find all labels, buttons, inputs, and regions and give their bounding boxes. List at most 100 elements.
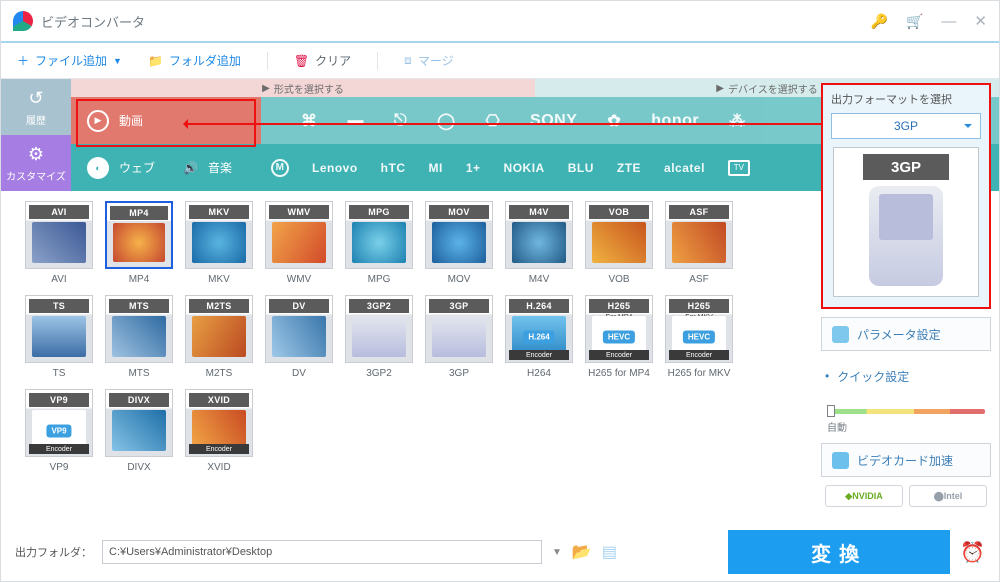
format-mpg[interactable]: MPGMPG [339, 201, 419, 285]
format-label: VP9 [50, 462, 69, 473]
format-h264[interactable]: H.264H.264EncoderH264 [499, 295, 579, 379]
web-mode-label: ウェブ [119, 159, 155, 176]
video-mode-button[interactable]: ▶ 動画 [71, 97, 261, 144]
brand-lenovo[interactable]: Lenovo [312, 161, 358, 175]
browse-folder-icon[interactable]: 📂 [572, 542, 592, 562]
chevron-down-icon: ▼ [113, 56, 122, 66]
history-tab[interactable]: ↺ 履歴 [1, 79, 71, 135]
brand-1+[interactable]: 1+ [466, 161, 481, 175]
brand-zte[interactable]: ZTE [617, 161, 641, 175]
history-icon: ↺ [28, 88, 43, 109]
folder-icon: 📁 [148, 54, 163, 68]
customize-tab[interactable]: ⚙ カスタマイズ [1, 135, 71, 191]
play-icon: ▶ [87, 110, 109, 132]
sliders-icon [832, 326, 849, 343]
format-label: TS [53, 368, 66, 379]
output-title: 出力フォーマットを選択 [831, 91, 985, 107]
format-label: M4V [529, 274, 550, 285]
format-m4v[interactable]: M4VM4V [499, 201, 579, 285]
brand-motorola[interactable]: M [271, 159, 289, 177]
format-label: H264 [527, 368, 551, 379]
format-dropdown[interactable]: 3GP [831, 113, 981, 139]
format-label: 3GP [449, 368, 469, 379]
add-file-button[interactable]: ＋ ファイル追加 ▼ [17, 52, 122, 69]
timer-icon[interactable]: ⏰ [960, 540, 985, 565]
tv-icon[interactable]: TV [728, 160, 750, 176]
nvidia-chip[interactable]: ◆ NVIDIA [825, 485, 903, 507]
output-folder-input[interactable] [102, 540, 542, 564]
format-mp4[interactable]: MP4MP4 [99, 201, 179, 285]
format-dv[interactable]: DVDV [259, 295, 339, 379]
format-preview: 3GP [833, 147, 979, 297]
divider [377, 52, 378, 70]
format-label: AVI [51, 274, 66, 285]
add-file-label: ファイル追加 [35, 52, 107, 69]
brand-htc[interactable]: hTC [381, 161, 406, 175]
brand-alcatel[interactable]: alcatel [664, 161, 705, 175]
format-wmv[interactable]: WMVWMV [259, 201, 339, 285]
format-mts[interactable]: MTSMTS [99, 295, 179, 379]
format-vob[interactable]: VOBVOB [579, 201, 659, 285]
gear-icon: ⚙ [28, 144, 44, 165]
format-3gp[interactable]: 3GP3GP [419, 295, 499, 379]
format-avi[interactable]: AVIAVI [19, 201, 99, 285]
customize-label: カスタマイズ [6, 168, 66, 183]
format-label: M2TS [206, 368, 233, 379]
format-label: H265 for MKV [668, 368, 731, 379]
format-mov[interactable]: MOVMOV [419, 201, 499, 285]
divider [267, 52, 268, 70]
toolbar: ＋ ファイル追加 ▼ 📁 フォルダ追加 🗑 クリア ⧈ マージ [1, 43, 999, 79]
format-label: ASF [689, 274, 708, 285]
format-divx[interactable]: DIVXDIVX [99, 389, 179, 473]
app-logo-icon [13, 11, 33, 31]
quick-button[interactable]: • クイック設定 [821, 359, 991, 393]
brand-nokia[interactable]: NOKIA [504, 161, 545, 175]
format-ts[interactable]: TSTS [19, 295, 99, 379]
quality-slider[interactable]: 自動 [821, 401, 991, 435]
format-m2ts[interactable]: M2TSM2TS [179, 295, 259, 379]
clear-button[interactable]: 🗑 クリア [294, 52, 351, 69]
format-label: MP4 [129, 274, 150, 285]
format-label: WMV [287, 274, 311, 285]
format-3gp2[interactable]: 3GP23GP2 [339, 295, 419, 379]
param-button[interactable]: パラメータ設定 [821, 317, 991, 351]
merge-label: マージ [418, 52, 454, 69]
format-h265-for-mkv[interactable]: H265For MKVHEVCEncoderH265 for MKV [659, 295, 739, 379]
format-label: H265 for MP4 [588, 368, 650, 379]
format-grid: AVIAVIMP4MP4MKVMKVWMVWMVMPGMPGMOVMOVM4VM… [1, 191, 821, 487]
format-label: MTS [128, 368, 149, 379]
globe-icon: ◐ [87, 157, 109, 179]
format-label: 3GP2 [366, 368, 392, 379]
merge-button[interactable]: ⧈ マージ [404, 52, 453, 69]
format-h265-for-mp4[interactable]: H265For MP4HEVCEncoderH265 for MP4 [579, 295, 659, 379]
convert-button[interactable]: 変換 [728, 530, 950, 574]
brand-mi[interactable]: MI [429, 161, 443, 175]
close-button[interactable]: ✕ [974, 12, 987, 30]
format-mkv[interactable]: MKVMKV [179, 201, 259, 285]
brand-blu[interactable]: BLU [568, 161, 594, 175]
music-mode-label: 音楽 [208, 159, 232, 176]
preview-badge: 3GP [863, 154, 949, 180]
format-label: MPG [368, 274, 391, 285]
output-format-panel: 出力フォーマットを選択 3GP 3GP [821, 83, 991, 309]
output-folder-label: 出力フォルダ： [15, 544, 92, 560]
cart-icon[interactable]: 🛒 [906, 13, 923, 30]
gpu-accel-button[interactable]: ビデオカード加速 [821, 443, 991, 477]
speaker-icon: 🔊 [183, 161, 198, 175]
add-folder-button[interactable]: 📁 フォルダ追加 [148, 52, 241, 69]
intel-chip[interactable]: ⬤ Intel [909, 485, 987, 507]
web-mode-button[interactable]: ◐ ウェブ [71, 144, 167, 191]
trash-icon: 🗑 [294, 54, 309, 68]
history-label: 履歴 [26, 112, 46, 127]
titlebar: ビデオコンバータ 🔑 🛒 — ✕ [1, 1, 999, 43]
music-mode-button[interactable]: 🔊 音楽 [167, 144, 261, 191]
open-folder-icon[interactable]: ▤ [602, 542, 617, 562]
clear-label: クリア [315, 52, 351, 69]
minimize-button[interactable]: — [941, 13, 956, 30]
format-asf[interactable]: ASFASF [659, 201, 739, 285]
format-label: XVID [207, 462, 230, 473]
format-vp9[interactable]: VP9VP9EncoderVP9 [19, 389, 99, 473]
format-xvid[interactable]: XVIDEncoderXVID [179, 389, 259, 473]
key-icon[interactable]: 🔑 [871, 13, 888, 30]
format-label: VOB [608, 274, 629, 285]
